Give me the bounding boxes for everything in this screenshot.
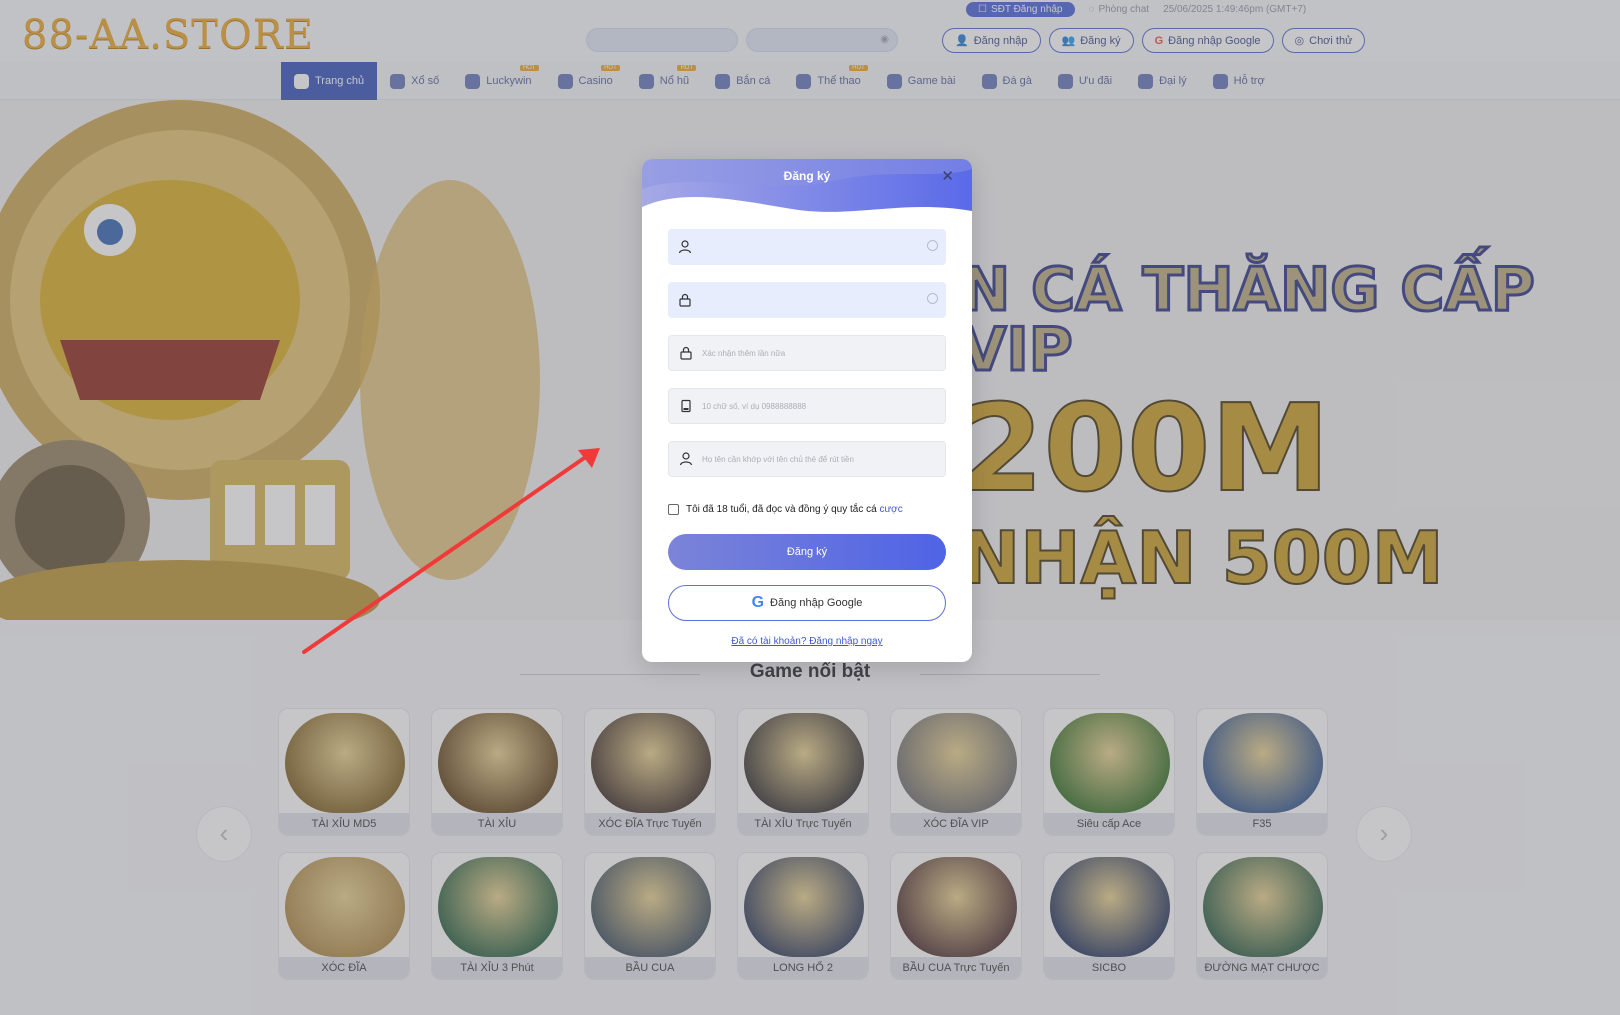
user-icon: [678, 451, 694, 467]
phone-field[interactable]: 10 chữ số, ví dụ 0988888888: [668, 388, 946, 424]
register-submit-button[interactable]: Đăng ký: [668, 534, 946, 570]
red-pointer-arrow: [302, 448, 600, 654]
lock-icon: [678, 345, 694, 361]
close-icon[interactable]: ✕: [941, 167, 954, 185]
terms-agreement: Tôi đã 18 tuổi, đã đọc và đồng ý quy tắc…: [668, 504, 903, 515]
username-field[interactable]: [668, 229, 946, 265]
check-icon: [927, 240, 938, 251]
modal-header-wave: [642, 159, 972, 212]
user-icon: [677, 239, 693, 255]
register-modal: Đăng ký ✕ Xác nhận thêm lần nữa 10 chữ s…: [642, 159, 972, 662]
modal-google-login-button[interactable]: G Đăng nhập Google: [668, 585, 946, 621]
modal-title: Đăng ký: [783, 169, 831, 183]
phone-icon: [678, 398, 694, 414]
check-icon: [927, 293, 938, 304]
password-field[interactable]: [668, 282, 946, 318]
terms-checkbox[interactable]: [668, 504, 679, 515]
confirm-password-field[interactable]: Xác nhận thêm lần nữa: [668, 335, 946, 371]
google-icon: G: [751, 594, 765, 611]
lock-icon: [677, 292, 693, 308]
terms-text: Tôi đã 18 tuổi, đã đọc và đồng ý quy tắc…: [686, 504, 903, 515]
terms-link[interactable]: cược: [879, 504, 902, 515]
full-name-field[interactable]: Họ tên cần khớp với tên chủ thẻ để rút t…: [668, 441, 946, 477]
login-now-link[interactable]: Đã có tài khoản? Đăng nhập ngay: [642, 636, 972, 647]
